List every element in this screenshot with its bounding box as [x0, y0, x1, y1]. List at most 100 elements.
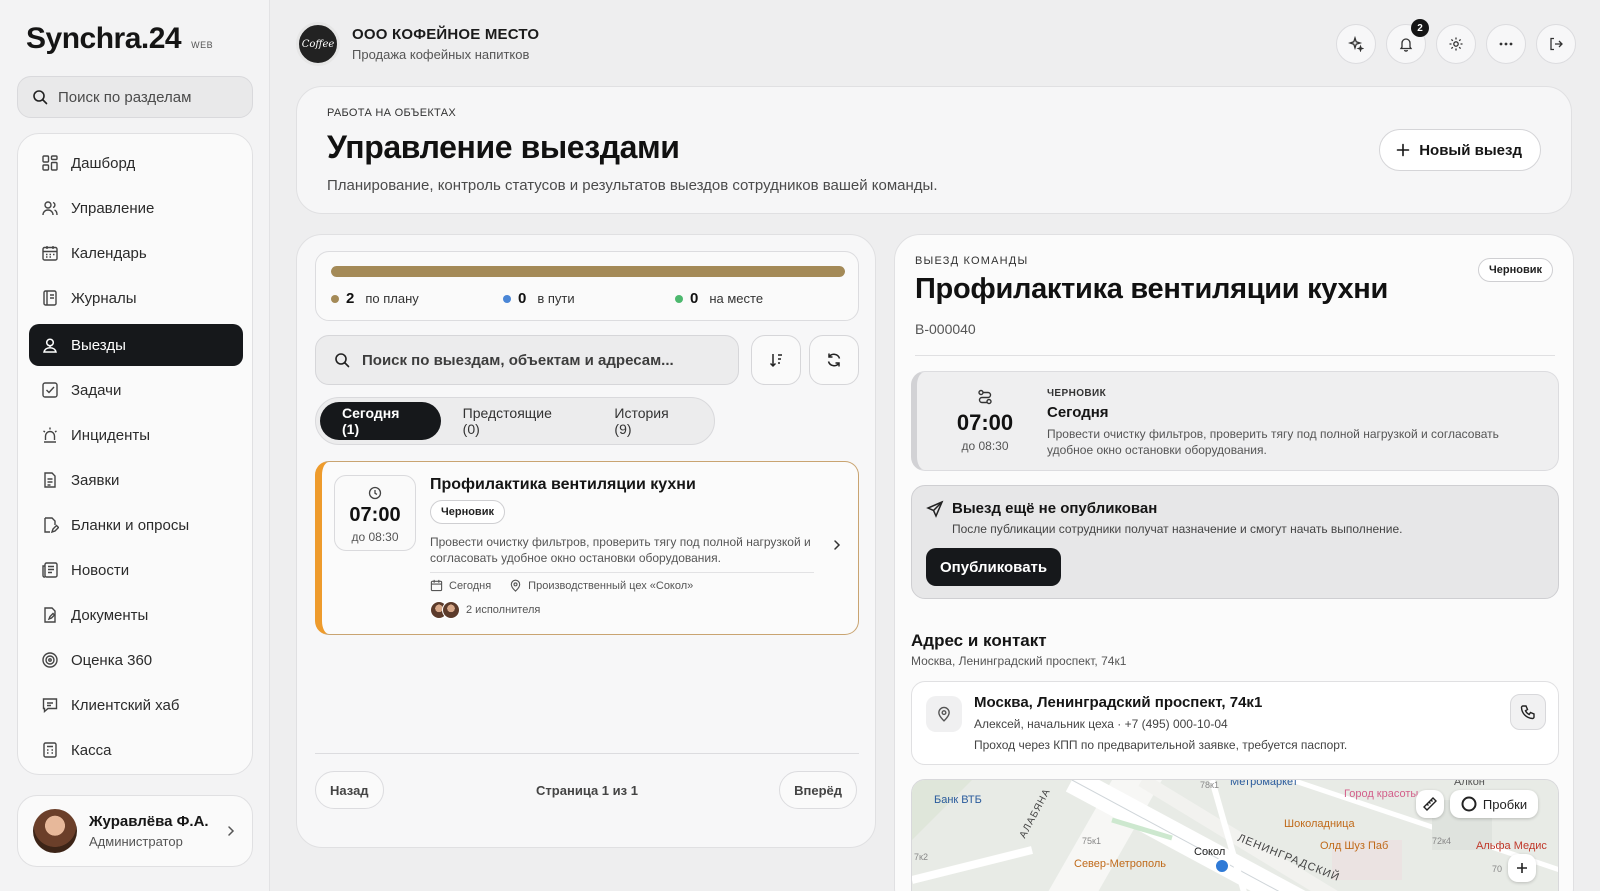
stat-dot — [331, 294, 339, 303]
journal-icon — [41, 289, 59, 307]
schedule-card: 07:00 до 08:30 ЧЕРНОВИК Сегодня Провести… — [911, 371, 1559, 471]
sidebar-item-incidents[interactable]: Инциденты — [29, 414, 243, 456]
sidebar-item-tasks[interactable]: Задачи — [29, 369, 243, 411]
logout-button[interactable] — [1536, 24, 1576, 64]
visit-stats: 2 по плану 0 в пути 0 на месте — [315, 251, 859, 321]
page-kicker: РАБОТА НА ОБЪЕКТАХ — [327, 107, 456, 119]
location-pin-icon — [509, 579, 522, 592]
sidebar-item-visits[interactable]: Выезды — [29, 324, 243, 366]
page-description: Планирование, контроль статусов и резуль… — [327, 177, 938, 194]
schedule-description: Провести очистку фильтров, проверить тяг… — [1047, 427, 1499, 457]
traffic-label: Пробки — [1482, 796, 1528, 812]
visit-time-box: 07:00 до 08:30 — [334, 475, 416, 551]
visits-search[interactable] — [315, 335, 739, 385]
team-avatars — [430, 601, 460, 619]
sidebar-item-news[interactable]: Новости — [29, 549, 243, 591]
sidebar-item-dashboard[interactable]: Дашборд — [29, 142, 243, 184]
sidebar-search-input[interactable] — [58, 88, 238, 106]
team-count: 2 исполнителя — [466, 604, 541, 616]
visit-list-item[interactable]: 07:00 до 08:30 Профилактика вентиляции к… — [315, 461, 859, 635]
user-profile-card[interactable]: Журавлёва Ф.А. Администратор — [17, 795, 253, 867]
send-icon — [926, 500, 944, 518]
visit-until: до 08:30 — [351, 530, 399, 544]
settings-button[interactable] — [1436, 24, 1476, 64]
gear-icon — [1448, 36, 1464, 52]
tab-today[interactable]: Сегодня (1) — [320, 402, 441, 440]
map-label: Север-Метрополь — [1074, 858, 1166, 870]
schedule-time-box: 07:00 до 08:30 — [943, 388, 1027, 453]
divider — [315, 753, 859, 754]
map-label: Алкон — [1454, 779, 1485, 788]
sidebar-item-label: Календарь — [71, 244, 147, 262]
search-icon — [32, 89, 48, 105]
stat-value: 0 — [518, 290, 527, 307]
siren-icon — [41, 426, 59, 444]
stat-label: в пути — [537, 291, 575, 306]
ruler-button[interactable] — [1416, 790, 1444, 818]
tab-history[interactable]: История (9) — [592, 402, 710, 440]
map-label: 75к1 — [1082, 836, 1101, 846]
stat-value: 2 — [346, 290, 355, 307]
calendar-icon — [41, 244, 59, 262]
page-title: Управление выездами — [327, 129, 680, 165]
sidebar-item-label: Бланки и опросы — [71, 516, 190, 534]
chevron-right-icon — [832, 538, 842, 552]
dashboard-icon — [41, 154, 59, 172]
status-badge: Черновик — [430, 500, 505, 524]
sidebar-search[interactable] — [17, 76, 253, 118]
task-icon — [41, 381, 59, 399]
plus-icon — [1516, 862, 1528, 874]
sidebar-item-requests[interactable]: Заявки — [29, 459, 243, 501]
contact-note: Проход через КПП по предварительной заяв… — [974, 738, 1348, 752]
schedule-day: Сегодня — [1047, 404, 1109, 421]
ai-sparkle-button[interactable] — [1336, 24, 1376, 64]
form-icon — [41, 516, 59, 534]
ruler-icon — [1422, 796, 1438, 812]
stat-dot — [675, 294, 683, 303]
publish-button[interactable]: Опубликовать — [926, 548, 1062, 586]
sidebar-item-cash[interactable]: Касса — [29, 729, 243, 771]
sidebar-item-documents[interactable]: Документы — [29, 594, 243, 636]
visits-search-input[interactable] — [362, 351, 732, 369]
stat-label: на месте — [709, 291, 764, 306]
sparkle-icon — [1348, 36, 1364, 52]
refresh-button[interactable] — [809, 335, 859, 385]
plus-icon — [1396, 143, 1410, 157]
notifications-button[interactable]: 2 — [1386, 19, 1429, 64]
call-button[interactable] — [1510, 694, 1546, 730]
sort-button[interactable] — [751, 335, 801, 385]
stat-on-site: 0 на месте — [675, 290, 763, 307]
stat-label: по плану — [365, 291, 419, 306]
avatar — [442, 601, 460, 619]
publish-title: Выезд ещё не опубликован — [952, 500, 1158, 517]
schedule-until: до 08:30 — [961, 439, 1009, 453]
stat-value: 0 — [690, 290, 699, 307]
divider — [430, 572, 814, 573]
sidebar-item-forms[interactable]: Бланки и опросы — [29, 504, 243, 546]
location-map[interactable]: Банк ВТБ Метромаркет Город красоты Алкон… — [911, 779, 1559, 891]
more-button[interactable] — [1486, 24, 1526, 64]
sidebar-item-assessment[interactable]: Оценка 360 — [29, 639, 243, 681]
publish-description: После публикации сотрудники получат назн… — [952, 522, 1403, 536]
sidebar-item-label: Касса — [71, 741, 112, 759]
schedule-time: 07:00 — [956, 410, 1014, 435]
new-visit-button[interactable]: Новый выезд — [1379, 129, 1541, 171]
tab-upcoming[interactable]: Предстоящие (0) — [441, 402, 593, 440]
zoom-in-button[interactable] — [1508, 854, 1536, 882]
target-icon — [41, 651, 59, 669]
traffic-button[interactable]: Пробки — [1450, 790, 1538, 818]
brand-logo[interactable]: Synchra.24 WEB — [26, 22, 213, 56]
organization-header[interactable]: Coffee ООО КОФЕЙНОЕ МЕСТО Продажа кофейн… — [296, 22, 539, 66]
chat-icon — [41, 696, 59, 714]
contact-person: Алексей, начальник цеха · +7 (495) 000-1… — [974, 717, 1228, 731]
contact-card: Москва, Ленинградский проспект, 74к1 Але… — [911, 681, 1559, 765]
next-page-button[interactable]: Вперёд — [779, 771, 857, 809]
map-label: Олд Шуз Паб — [1320, 840, 1389, 852]
sidebar-item-client-hub[interactable]: Клиентский хаб — [29, 684, 243, 726]
sidebar-item-calendar[interactable]: Календарь — [29, 232, 243, 274]
sidebar-item-journals[interactable]: Журналы — [29, 277, 243, 319]
avatar — [33, 809, 77, 853]
sidebar-item-management[interactable]: Управление — [29, 187, 243, 229]
refresh-icon — [825, 351, 843, 369]
traffic-icon — [1461, 796, 1477, 812]
